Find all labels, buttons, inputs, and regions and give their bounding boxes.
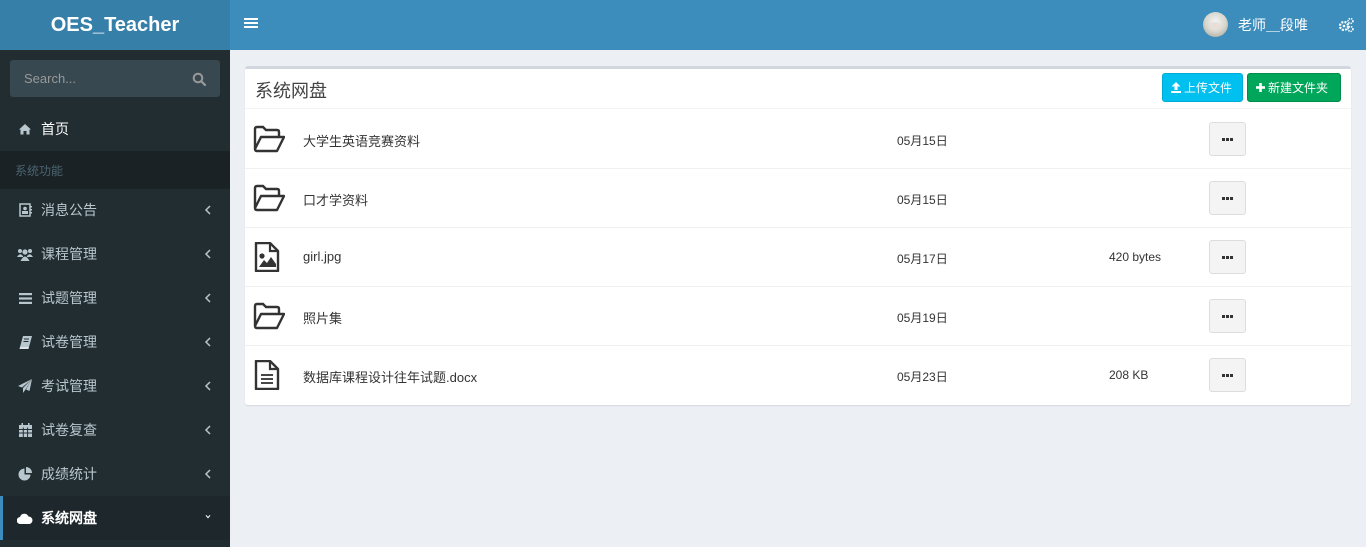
plus-icon: [1256, 83, 1265, 92]
more-actions-button[interactable]: [1209, 358, 1246, 392]
ellipsis-icon: [1222, 314, 1225, 318]
file-text-icon[interactable]: [253, 359, 285, 391]
sidebar-item-home[interactable]: 首页: [0, 107, 230, 151]
file-image-icon[interactable]: [253, 241, 285, 273]
file-row: 口才学资料 05月15日: [245, 169, 1351, 228]
sidebar-section-header: 系统功能: [0, 151, 230, 189]
chevron-left-icon: [204, 249, 211, 259]
users-icon: [17, 246, 33, 262]
contact-card-icon: [17, 202, 33, 218]
file-row: 照片集 05月19日: [245, 287, 1351, 346]
book-icon: [17, 334, 33, 350]
page-title: 系统网盘: [255, 81, 327, 101]
more-actions-button[interactable]: [1209, 181, 1246, 215]
paper-plane-icon: [17, 378, 33, 394]
ellipsis-icon: [1222, 196, 1225, 200]
ellipsis-icon: [1222, 137, 1225, 141]
sidebar-item-cloud-drive[interactable]: 系统网盘: [0, 496, 230, 540]
ellipsis-icon: [1222, 255, 1225, 259]
file-date: 05月19日: [897, 311, 948, 325]
cloud-drive-panel: 系统网盘 上传文件 新建文件夹 大学生英语竞赛资料 05月15日 口才学资料 05月1…: [245, 66, 1351, 405]
sidebar-search: [10, 60, 220, 97]
sidebar-item-statistics[interactable]: 成绩统计: [0, 452, 230, 496]
chevron-left-icon: [204, 337, 211, 347]
search-icon[interactable]: [192, 72, 206, 86]
file-name[interactable]: girl.jpg: [303, 249, 341, 264]
file-size: 420 bytes: [1109, 250, 1162, 264]
file-date: 05月17日: [897, 252, 948, 266]
gears-icon[interactable]: [1338, 17, 1354, 33]
more-actions-button[interactable]: [1209, 240, 1246, 274]
chevron-left-icon: [204, 425, 211, 435]
user-menu[interactable]: 老师＿段唯: [1203, 12, 1308, 37]
sidebar-item-questions[interactable]: 试题管理: [0, 276, 230, 320]
folder-open-icon[interactable]: [253, 183, 286, 213]
file-row: girl.jpg 05月17日 420 bytes: [245, 228, 1351, 287]
chevron-left-icon: [204, 293, 211, 303]
chevron-down-icon: [205, 514, 211, 519]
more-actions-button[interactable]: [1209, 299, 1246, 333]
new-folder-button[interactable]: 新建文件夹: [1247, 73, 1341, 102]
new-folder-label: 新建文件夹: [1268, 81, 1329, 95]
chevron-left-icon: [204, 469, 211, 479]
sidebar-item-label: 消息公告: [41, 202, 97, 218]
sidebar-item-label: 考试管理: [41, 378, 97, 394]
file-date: 05月23日: [897, 370, 948, 384]
chevron-left-icon: [204, 381, 211, 391]
sidebar-item-review[interactable]: 试卷复查: [0, 408, 230, 452]
upload-file-button[interactable]: 上传文件: [1162, 73, 1243, 102]
file-name[interactable]: 大学生英语竞赛资料: [303, 131, 420, 150]
sidebar-item-courses[interactable]: 课程管理: [0, 232, 230, 276]
file-date: 05月15日: [897, 134, 948, 148]
sidebar-item-label: 试题管理: [41, 290, 97, 306]
cloud-icon: [17, 510, 33, 526]
home-icon: [17, 121, 33, 137]
user-avatar: [1203, 12, 1228, 37]
list-icon: [17, 290, 33, 306]
sidebar-item-label: 试卷复查: [41, 422, 97, 438]
more-actions-button[interactable]: [1209, 122, 1246, 156]
folder-open-icon[interactable]: [253, 301, 286, 331]
sidebar-item-papers[interactable]: 试卷管理: [0, 320, 230, 364]
sidebar-item-label: 课程管理: [41, 246, 97, 262]
sidebar-item-label: 成绩统计: [41, 466, 97, 482]
search-input[interactable]: [10, 60, 220, 97]
sidebar-item-announcements[interactable]: 消息公告: [0, 188, 230, 232]
divider: [245, 108, 1351, 109]
sidebar: 首页 系统功能 消息公告 课程管理 试题管理 试卷管理 考试管理: [0, 50, 230, 547]
sidebar-item-label: 系统网盘: [41, 510, 97, 526]
file-size: 208 KB: [1109, 368, 1149, 382]
folder-open-icon[interactable]: [253, 124, 286, 154]
sidebar-item-label: 试卷管理: [41, 334, 97, 350]
user-name: 老师＿段唯: [1238, 16, 1308, 33]
upload-file-label: 上传文件: [1184, 81, 1233, 95]
app-logo[interactable]: OES_Teacher: [0, 0, 230, 50]
sidebar-toggle-icon[interactable]: [244, 16, 258, 34]
calendar-icon: [17, 422, 33, 438]
file-row: 大学生英语竞赛资料 05月15日: [245, 110, 1351, 169]
file-name[interactable]: 数据库课程设计往年试题.docx: [303, 367, 477, 386]
file-name[interactable]: 照片集: [303, 308, 342, 327]
pie-chart-icon: [17, 466, 33, 482]
ellipsis-icon: [1222, 373, 1225, 377]
top-navbar: 老师＿段唯: [230, 0, 1366, 50]
file-name[interactable]: 口才学资料: [303, 190, 368, 209]
upload-icon: [1171, 82, 1181, 93]
sidebar-item-exams[interactable]: 考试管理: [0, 364, 230, 408]
file-row: 数据库课程设计往年试题.docx 05月23日 208 KB: [245, 346, 1351, 405]
file-date: 05月15日: [897, 193, 948, 207]
sidebar-item-label: 首页: [41, 121, 69, 137]
chevron-left-icon: [204, 205, 211, 215]
